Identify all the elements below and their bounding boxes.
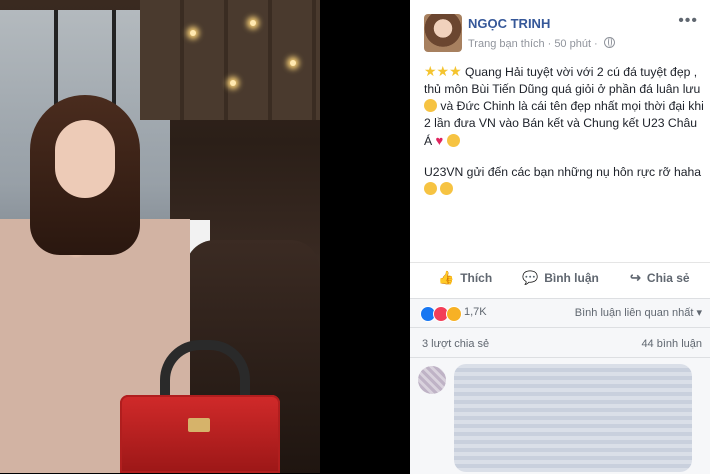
share-icon: ↪ [630, 270, 641, 285]
author-avatar[interactable] [424, 14, 462, 52]
post-meta: Trang bạn thích · 50 phút · [468, 37, 615, 50]
comment-list [410, 357, 710, 474]
more-icon[interactable]: ••• [678, 12, 698, 30]
author-name[interactable]: NGỌC TRINH [468, 16, 550, 31]
kiss-emoji-icon [424, 99, 437, 112]
comment-button[interactable]: 💬 Bình luận [522, 270, 599, 286]
ceiling-light [290, 60, 296, 66]
share-button[interactable]: ↪ Chia sẻ [630, 270, 690, 286]
post-panel: NGỌC TRINH Trang bạn thích · 50 phút · ••• … [410, 0, 710, 474]
post-paragraph: ★★★ Quang Hải tuyệt vời với 2 cú đá tuyệ… [424, 64, 708, 150]
post-text: ★★★ Quang Hải tuyệt vời với 2 cú đá tuyệ… [424, 64, 708, 212]
thumbs-up-icon: 👍 [438, 270, 455, 285]
post-paragraph-text: và Đức Chinh là cái tên đẹp nhất mọi thờ… [424, 99, 704, 148]
celebrate-emoji-icon [446, 134, 460, 147]
comment-sort-dropdown[interactable]: Bình luận liên quan nhất ▾ [575, 306, 702, 319]
commenter-avatar[interactable] [418, 366, 446, 394]
globe-icon [603, 37, 615, 48]
red-handbag [120, 395, 280, 473]
reactions-bar: 1,7K Bình luận liên quan nhất ▾ [410, 298, 710, 327]
page-liked-label: Trang bạn thích [468, 38, 545, 50]
star-emoji-icon: ★★★ [424, 63, 462, 79]
share-label: Chia sẻ [646, 271, 690, 285]
comment-label: Bình luận [544, 271, 599, 285]
post-photo[interactable] [0, 0, 320, 473]
comment-icon: 💬 [522, 270, 539, 285]
haha-reaction-icon [446, 305, 462, 322]
share-count[interactable]: 3 lượt chia sẻ [422, 338, 489, 350]
photo-viewer-gutter [320, 0, 410, 473]
reaction-icons[interactable] [420, 305, 462, 323]
post-header: NGỌC TRINH Trang bạn thích · 50 phút · ••• [410, 0, 710, 58]
post-paragraph-text: U23VN gửi đến các bạn những nụ hôn rực r… [424, 165, 702, 179]
post-timestamp[interactable]: 50 phút [554, 38, 591, 50]
bag-clasp [188, 418, 210, 432]
like-label: Thích [460, 271, 493, 285]
heart-emoji-icon: ♥ [435, 133, 444, 148]
ceiling-light [190, 30, 196, 36]
post-actions: 👍 Thích 💬 Bình luận ↪ Chia sẻ [410, 262, 710, 293]
like-button[interactable]: 👍 Thích [438, 270, 492, 286]
reaction-count[interactable]: 1,7K [464, 306, 487, 318]
laugh-emoji-icon [424, 182, 437, 195]
photo-face [55, 120, 115, 198]
ceiling-light [230, 80, 236, 86]
post-paragraph: U23VN gửi đến các bạn những nụ hôn rực r… [424, 164, 708, 198]
comment-count[interactable]: 44 bình luận [641, 338, 702, 350]
wink-emoji-icon [440, 182, 454, 195]
post-stats: 3 lượt chia sẻ 44 bình luận [410, 327, 710, 358]
ceiling-light [250, 20, 256, 26]
post-paragraph-text: Quang Hải tuyệt vời với 2 cú đá tuyệt đẹ… [424, 65, 701, 96]
blurred-comment [454, 364, 692, 472]
